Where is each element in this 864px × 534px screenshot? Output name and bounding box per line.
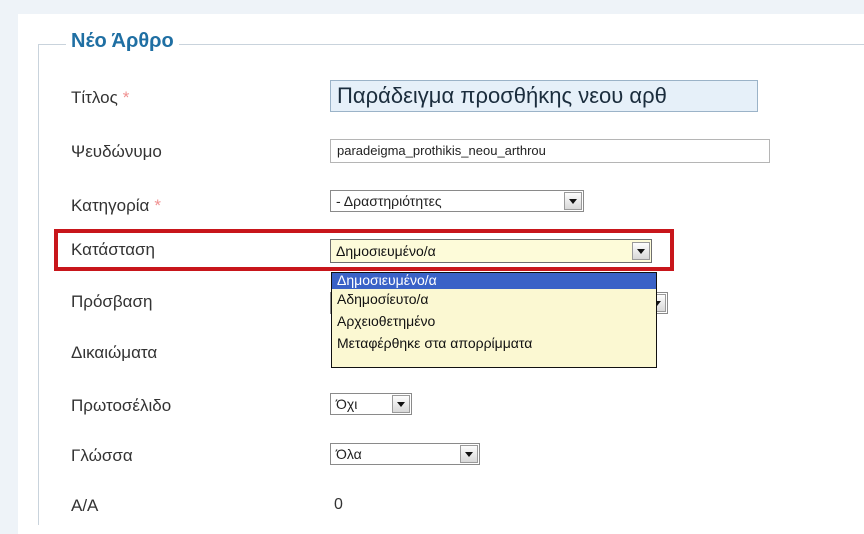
status-dropdown-list[interactable]: Δημοσιευμένο/α Αδημοσίευτο/α Αρχειοθετημ…: [331, 272, 657, 368]
language-select-value: Όλα: [336, 446, 362, 462]
title-label: Τίτλος *: [71, 88, 129, 108]
status-label: Κατάσταση: [71, 240, 156, 259]
title-input[interactable]: Παράδειγμα προσθήκης νεου αρθ: [330, 80, 758, 112]
category-select-value: - Δραστηριότητες: [336, 193, 442, 209]
featured-label: Πρωτοσέλιδο: [71, 396, 172, 415]
alias-label: Ψευδώνυμο: [71, 142, 162, 161]
category-label-text: Κατηγορία: [71, 196, 150, 215]
status-select[interactable]: Δημοσιευμένο/α: [330, 239, 652, 263]
id-label: Α/Α: [71, 496, 99, 515]
alias-input[interactable]: paradeigma_prothikis_neou_arthrou: [330, 139, 770, 163]
category-label: Κατηγορία *: [71, 196, 161, 216]
chevron-down-icon[interactable]: [460, 445, 478, 463]
featured-select-value: Όχι: [336, 396, 358, 412]
chevron-down-icon[interactable]: [392, 395, 410, 413]
chevron-down-icon[interactable]: [632, 242, 650, 260]
title-label-text: Τίτλος: [71, 88, 118, 107]
language-select[interactable]: Όλα: [330, 443, 480, 465]
access-label: Πρόσβαση: [71, 292, 153, 311]
status-select-value: Δημοσιευμένο/α: [336, 243, 436, 259]
status-option[interactable]: Αδημοσίευτο/α: [332, 289, 656, 311]
status-option[interactable]: Αρχειοθετημένο: [332, 311, 656, 333]
chevron-down-icon[interactable]: [564, 192, 582, 210]
status-option[interactable]: Δημοσιευμένο/α: [332, 273, 656, 289]
featured-select[interactable]: Όχι: [330, 393, 412, 415]
language-label: Γλώσσα: [71, 446, 133, 465]
id-value: 0: [334, 496, 343, 513]
required-mark: *: [122, 88, 130, 107]
status-option[interactable]: Μεταφέρθηκε στα απορρίμματα: [332, 333, 656, 355]
form-legend: Νέο Άρθρο: [66, 30, 179, 53]
required-mark: *: [154, 196, 161, 215]
permissions-label: Δικαιώματα: [71, 343, 158, 362]
category-select[interactable]: - Δραστηριότητες: [330, 190, 584, 212]
